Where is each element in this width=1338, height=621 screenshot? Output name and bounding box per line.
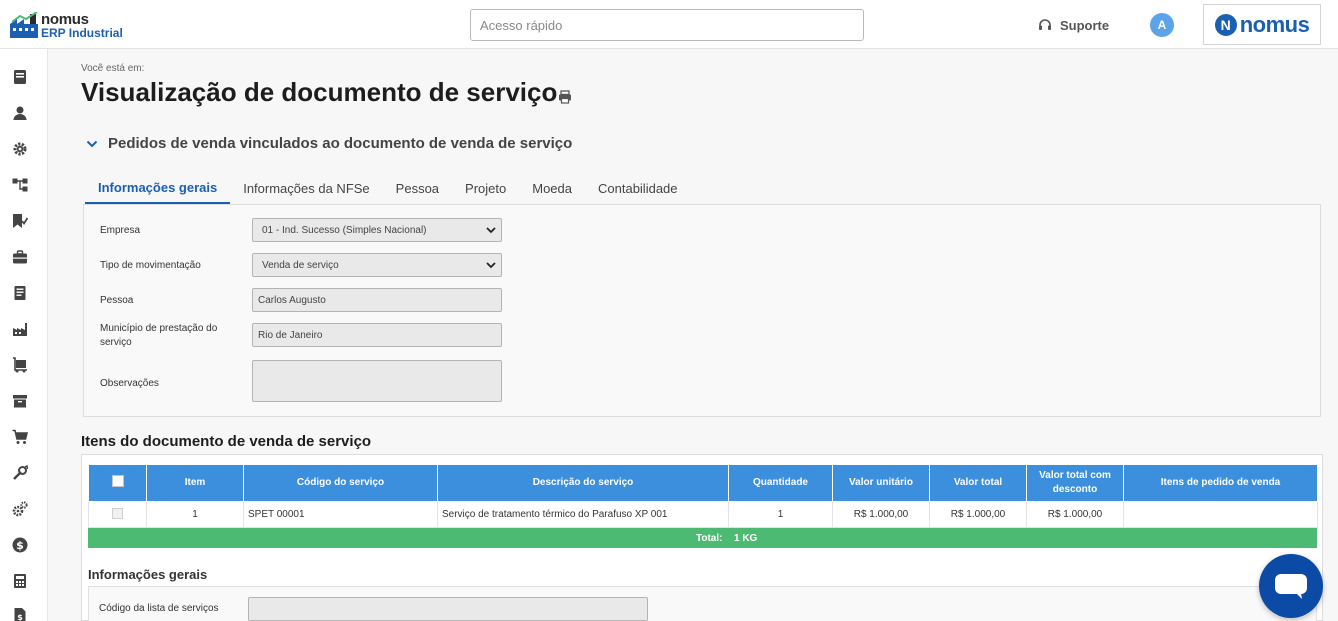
tab-informacoes-nfse[interactable]: Informações da NFSe <box>230 172 382 205</box>
tab-pessoa[interactable]: Pessoa <box>383 172 452 205</box>
observacoes-textarea[interactable] <box>252 360 502 402</box>
page-title: Visualização de documento de serviço <box>81 77 558 107</box>
column-header[interactable]: Valor total <box>929 464 1027 502</box>
flow-icon[interactable] <box>12 177 28 193</box>
sidebar: $ $ <box>0 49 48 621</box>
cart-icon[interactable] <box>12 429 28 445</box>
support-label: Suporte <box>1060 17 1110 33</box>
tab-contabilidade[interactable]: Contabilidade <box>585 172 691 205</box>
codigo-lista-label: Código da lista de serviços <box>99 603 219 614</box>
tipo-movimentacao-label: Tipo de movimentação <box>100 260 201 271</box>
chat-button[interactable] <box>1259 554 1323 618</box>
total-value: 1 KG <box>734 532 758 544</box>
print-icon[interactable] <box>558 90 572 104</box>
general-info-form: Empresa 01 - Ind. Sucesso (Simples Nacio… <box>83 204 1321 417</box>
quick-access-input[interactable] <box>470 9 864 41</box>
tipo-movimentacao-value: Venda de serviço <box>262 259 339 271</box>
chevron-down-icon <box>486 227 496 234</box>
book-icon[interactable] <box>12 69 28 85</box>
empresa-label: Empresa <box>100 225 141 236</box>
invoice-icon[interactable]: $ <box>12 607 28 621</box>
items-panel: Item Código do serviço Descrição do serv… <box>81 454 1323 621</box>
valor-total-cell: R$ 1.000,00 <box>929 501 1027 528</box>
tab-informacoes-gerais[interactable]: Informações gerais <box>85 172 231 205</box>
municipio-field[interactable]: Rio de Janeiro <box>252 323 502 347</box>
factory-icon[interactable] <box>12 321 28 337</box>
chevron-down-icon <box>486 262 496 269</box>
item-cell: 1 <box>146 501 244 528</box>
select-all-cell <box>88 464 147 502</box>
codigo-lista-field[interactable] <box>248 597 648 621</box>
breadcrumb: Você está em: <box>81 63 145 74</box>
tab-bar: Informações gerais Informações da NFSe P… <box>85 172 691 205</box>
document-icon[interactable] <box>12 285 28 301</box>
itens-pedido-cell <box>1123 501 1318 528</box>
codigo-cell: SPET 00001 <box>243 501 438 528</box>
person-icon[interactable] <box>12 105 28 121</box>
archive-icon[interactable] <box>12 393 28 409</box>
briefcase-icon[interactable] <box>12 249 28 265</box>
pessoa-label: Pessoa <box>100 295 134 306</box>
svg-text:$: $ <box>17 613 23 621</box>
tools-icon[interactable] <box>12 465 28 481</box>
column-header[interactable]: Valor unitário <box>832 464 930 502</box>
info-gerais-box: Código da lista de serviços <box>88 586 1317 621</box>
column-header[interactable]: Código do serviço <box>243 464 438 502</box>
row-select-cell <box>88 501 147 528</box>
column-header[interactable]: Quantidade <box>728 464 833 502</box>
pessoa-field[interactable]: Carlos Augusto <box>252 288 502 312</box>
valor-unitario-cell: R$ 1.000,00 <box>832 501 930 528</box>
linked-orders-section-label: Pedidos de venda vinculados ao documento… <box>108 135 573 152</box>
valor-desconto-cell: R$ 1.000,00 <box>1026 501 1124 528</box>
company-brand-logo: N nomus <box>1203 4 1321 45</box>
municipio-label: Município de prestação do serviço <box>100 323 218 348</box>
factory-logo-icon <box>10 12 38 38</box>
column-header[interactable]: Item <box>146 464 244 502</box>
total-bar: Total: 1 KG <box>88 528 1317 548</box>
gear-icon[interactable] <box>12 141 28 157</box>
total-label: Total: <box>696 532 723 544</box>
checklist-icon[interactable] <box>12 213 28 229</box>
select-all-checkbox[interactable] <box>111 474 124 487</box>
column-header[interactable]: Descrição do serviço <box>437 464 729 502</box>
table-header-row: Item Código do serviço Descrição do serv… <box>88 464 1318 502</box>
descricao-cell: Serviço de tratamento térmico do Parafus… <box>437 501 729 528</box>
column-header[interactable]: Valor total com desconto <box>1026 464 1124 502</box>
top-bar: nomus ERP Industrial Suporte A N nomus <box>0 0 1338 49</box>
brand-word: nomus <box>1239 11 1310 37</box>
support-button[interactable]: Suporte <box>1038 16 1109 34</box>
nomus-erp-logo[interactable]: nomus ERP Industrial <box>10 10 130 40</box>
chat-bubble-icon <box>1275 574 1307 599</box>
tab-projeto[interactable]: Projeto <box>452 172 519 205</box>
user-avatar[interactable]: A <box>1150 13 1174 37</box>
observacoes-label: Observações <box>100 378 159 389</box>
quantidade-cell: 1 <box>728 501 833 528</box>
tab-moeda[interactable]: Moeda <box>519 172 585 205</box>
dollar-icon[interactable]: $ <box>12 537 28 553</box>
column-header[interactable]: Itens de pedido de venda <box>1123 464 1318 502</box>
headset-icon <box>1039 19 1051 30</box>
shipping-icon[interactable] <box>12 357 28 373</box>
items-section-title: Itens do documento de venda de serviço <box>81 433 372 450</box>
items-table: Item Código do serviço Descrição do serv… <box>88 464 1318 528</box>
empresa-value: 01 - Ind. Sucesso (Simples Nacional) <box>262 224 427 236</box>
cogs-icon[interactable] <box>12 501 28 517</box>
svg-text:$: $ <box>16 539 24 552</box>
chevron-down-icon <box>86 140 98 147</box>
calculator-icon[interactable] <box>12 573 28 589</box>
linked-orders-section-toggle[interactable]: Pedidos de venda vinculados ao documento… <box>86 135 572 152</box>
brand-mark: N <box>1214 13 1237 36</box>
row-checkbox[interactable] <box>112 507 123 519</box>
empresa-select[interactable]: 01 - Ind. Sucesso (Simples Nacional) <box>252 218 502 242</box>
info-gerais-title: Informações gerais <box>88 567 208 582</box>
tipo-movimentacao-select[interactable]: Venda de serviço <box>252 253 502 277</box>
table-row[interactable]: 1 SPET 00001 Serviço de tratamento térmi… <box>88 501 1318 528</box>
logo-text-erp: ERP Industrial <box>41 26 123 40</box>
